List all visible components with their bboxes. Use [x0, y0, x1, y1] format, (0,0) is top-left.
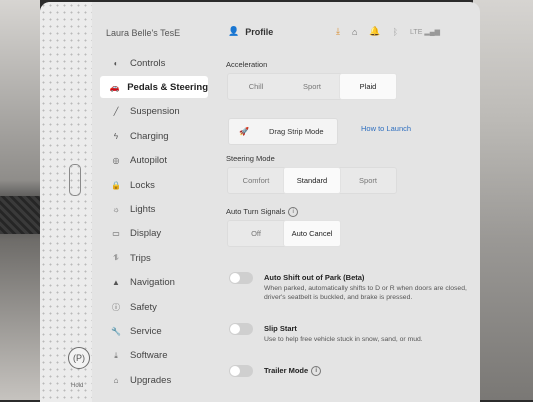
menu-item-label: Safety — [130, 301, 157, 313]
navigation-icon: ▲ — [112, 278, 120, 288]
hold-label: Hold — [71, 383, 84, 389]
menu-item-label: Trips — [130, 252, 151, 264]
profile-label: Profile — [245, 26, 274, 37]
how-to-launch-link[interactable]: How to Launch — [361, 124, 411, 133]
menu-item-safety[interactable]: ⓘ Safety — [100, 296, 208, 318]
sun-icon: ☼ — [112, 204, 120, 214]
menu-item-pedals-steering[interactable]: 🚗 Pedals & Steering — [100, 76, 208, 99]
toggle-knob — [230, 324, 240, 334]
info-icon[interactable]: i — [311, 366, 322, 377]
display-icon: ▭ — [112, 229, 120, 239]
slip-start-description: Use to help free vehicle stuck in snow, … — [264, 336, 423, 343]
menu-item-display[interactable]: ▭ Display — [100, 223, 208, 245]
trips-icon: ⥮ — [113, 253, 119, 263]
menu-item-autopilot[interactable]: ◎ Autopilot — [100, 150, 208, 172]
screen: (P) Hold Laura Belle's TesE ◐ Controls 🚗 Pe… — [40, 2, 480, 402]
info-icon[interactable]: i — [288, 207, 299, 218]
auto-shift-title: Auto Shift out of Park (Beta) — [264, 273, 365, 282]
carbon-trim — [0, 196, 40, 234]
safety-icon: ⓘ — [112, 302, 120, 312]
signal-icon: LTE ▂▄▆ — [410, 28, 441, 36]
toggle-knob — [230, 273, 240, 283]
menu-item-navigation[interactable]: ▲ Navigation — [100, 272, 208, 294]
menu-item-label: Upgrades — [130, 374, 172, 386]
menu-item-label: Locks — [130, 179, 155, 191]
lightning-icon: ϟ — [113, 131, 119, 141]
hold-icon[interactable]: (P) — [68, 347, 90, 369]
menu-item-charging[interactable]: ϟ Charging — [100, 125, 208, 147]
person-icon: 👤 — [228, 26, 240, 36]
acceleration-label: Acceleration — [226, 60, 268, 69]
menu-item-label: Charging — [130, 130, 169, 142]
suspension-icon: ╱ — [113, 107, 119, 117]
toggle-knob — [230, 366, 240, 376]
trailer-mode-toggle[interactable] — [229, 365, 253, 377]
auto-shift-description: When parked, automatically shifts to D o… — [264, 285, 467, 301]
slip-start-title: Slip Start — [264, 324, 297, 333]
car-icon: 🚗 — [109, 82, 120, 92]
trailer-mode-title: Trailer Mode — [264, 366, 309, 375]
steering-option-sport[interactable]: Sport — [340, 168, 396, 193]
menu-item-label: Controls — [130, 57, 166, 69]
acceleration-selector: Chill Sport Plaid — [227, 73, 397, 100]
menu-item-controls[interactable]: ◐ Controls — [100, 52, 208, 74]
acceleration-option-plaid[interactable]: Plaid — [340, 74, 396, 99]
menu-item-upgrades[interactable]: ⌂ Upgrades — [100, 369, 208, 391]
auto-turn-signals-selector: Off Auto Cancel — [227, 220, 341, 247]
upgrades-icon: ⌂ — [113, 375, 119, 385]
menu-item-lights[interactable]: ☼ Lights — [100, 198, 208, 220]
menu-item-label: Display — [130, 228, 162, 240]
steering-option-comfort[interactable]: Comfort — [228, 168, 284, 193]
toggle-icon: ◐ — [113, 58, 119, 68]
car-name: Laura Belle's TesE — [106, 28, 181, 38]
slip-start-toggle[interactable] — [229, 323, 253, 335]
menu-item-trips[interactable]: ⥮ Trips — [100, 247, 208, 269]
steering-mode-label: Steering Mode — [226, 154, 275, 163]
auto-turn-signals-header: Auto Turn Signals i — [226, 207, 299, 218]
car-outline-icon[interactable] — [69, 164, 81, 196]
wrench-icon: 🔧 — [111, 326, 121, 336]
acceleration-option-sport[interactable]: Sport — [284, 74, 340, 99]
menu-item-software[interactable]: ⤓ Software — [100, 345, 208, 367]
menu-item-label: Pedals & Steering — [127, 81, 208, 93]
download-icon: ⤓ — [114, 350, 118, 360]
menu-item-label: Service — [130, 325, 162, 337]
download-icon[interactable]: ⤓ — [336, 26, 340, 37]
turn-signals-option-off[interactable]: Off — [228, 221, 284, 246]
steering-mode-selector: Comfort Standard Sport — [227, 167, 397, 194]
menu-item-service[interactable]: 🔧 Service — [100, 320, 208, 342]
auto-shift-toggle[interactable] — [229, 272, 253, 284]
drag-strip-mode-label: Drag Strip Mode — [268, 127, 324, 136]
menu-item-suspension[interactable]: ╱ Suspension — [100, 101, 208, 123]
lock-icon: 🔒 — [111, 180, 121, 190]
menu-item-label: Navigation — [130, 277, 175, 289]
auto-turn-signals-label: Auto Turn Signals — [226, 207, 286, 216]
steering-option-standard[interactable]: Standard — [284, 168, 340, 193]
menu-item-locks[interactable]: 🔒 Locks — [100, 174, 208, 196]
bell-icon[interactable]: 🔔 — [369, 26, 380, 37]
home-icon[interactable]: ⌂ — [352, 27, 357, 37]
turn-signals-option-auto-cancel[interactable]: Auto Cancel — [284, 221, 340, 246]
menu-item-label: Lights — [130, 203, 156, 215]
acceleration-option-chill[interactable]: Chill — [228, 74, 284, 99]
trailer-mode-header: Trailer Mode i — [264, 366, 322, 377]
menu-item-label: Autopilot — [130, 155, 167, 167]
top-icons: ⤓ ⌂ 🔔 ᛒ LTE ▂▄▆ — [336, 26, 440, 37]
menu-item-label: Suspension — [130, 106, 180, 118]
right-bezel — [473, 0, 533, 400]
vehicle-status-bar: (P) Hold — [40, 2, 92, 402]
bluetooth-icon[interactable]: ᛒ — [393, 27, 398, 37]
left-bezel — [0, 0, 40, 400]
menu-item-label: Software — [130, 350, 168, 362]
steering-wheel-icon: ◎ — [112, 156, 120, 166]
drag-strip-mode-button[interactable]: 🚀 Drag Strip Mode — [228, 118, 338, 145]
profile-button[interactable]: 👤 Profile — [228, 26, 273, 37]
rocket-icon: 🚀 — [239, 127, 249, 136]
